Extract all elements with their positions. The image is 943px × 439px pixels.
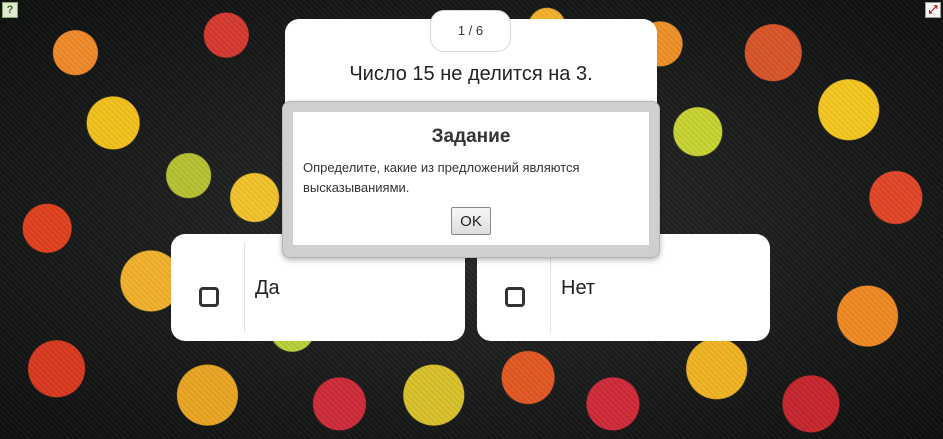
question-counter: 1 / 6 (430, 10, 511, 52)
help-icon[interactable]: ? (2, 2, 18, 18)
dialog-title: Задание (431, 126, 511, 147)
answer-label: Да (255, 277, 280, 299)
answer-label: Нет (561, 277, 596, 299)
question-text: Число 15 не делится на 3. (349, 63, 593, 85)
dialog-message: Определите, какие из предложений являютс… (303, 160, 580, 195)
fullscreen-icon[interactable]: ⤢ (925, 2, 941, 18)
checkbox-icon[interactable] (505, 287, 525, 307)
checkbox-column (171, 242, 245, 333)
ok-button[interactable]: OK (451, 207, 491, 235)
checkbox-icon[interactable] (199, 287, 219, 307)
task-dialog: Задание Определите, какие из предложений… (293, 112, 649, 245)
